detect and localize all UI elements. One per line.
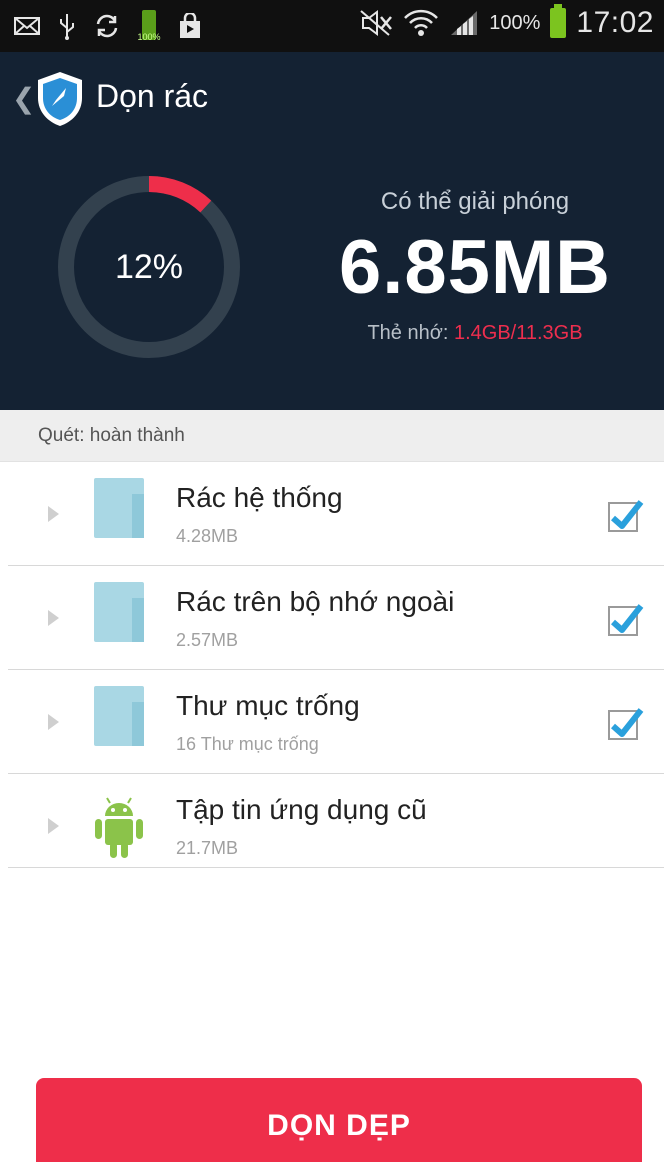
expand-arrow-icon[interactable]	[48, 506, 59, 522]
battery-icon	[550, 4, 567, 38]
scan-status-bar: Quét: hoàn thành	[0, 410, 664, 462]
folder-icon	[94, 582, 144, 642]
battery-percent: 100%	[489, 11, 541, 34]
checkmark-icon	[611, 708, 644, 737]
battery-small-icon: 100%	[137, 10, 161, 42]
list-item-old-app-files[interactable]: Tập tin ứng dụng cũ 21.7MB	[8, 774, 664, 868]
item-size: 2.57MB	[176, 630, 239, 650]
checkmark-icon	[611, 500, 644, 529]
item-checkbox[interactable]	[608, 500, 644, 532]
wifi-icon	[404, 9, 439, 36]
item-checkbox[interactable]	[608, 604, 644, 636]
clean-button[interactable]: DỌN DẸP	[36, 1078, 642, 1162]
item-title: Rác trên bộ nhớ ngoài	[176, 586, 455, 617]
usb-icon	[60, 14, 74, 40]
mail-icon	[14, 17, 40, 35]
signal-icon	[451, 11, 478, 35]
list-item-empty-folders[interactable]: Thư mục trống 16 Thư mục trống	[8, 670, 664, 774]
list-item-external-storage-junk[interactable]: Rác trên bộ nhớ ngoài 2.57MB	[8, 566, 664, 670]
folder-icon	[94, 478, 144, 538]
memory-value: 1.4GB/11.3GB	[453, 322, 583, 344]
item-title: Thư mục trống	[176, 690, 360, 721]
expand-arrow-icon[interactable]	[48, 818, 59, 834]
item-size: 21.7MB	[176, 838, 239, 858]
sync-icon	[96, 14, 118, 38]
back-chevron-icon[interactable]: ❮	[12, 82, 35, 115]
checkmark-icon	[611, 604, 644, 633]
list-item-system-junk[interactable]: Rác hệ thống 4.28MB	[8, 462, 664, 566]
scan-status-text: Quét: hoàn thành	[38, 425, 185, 446]
status-bar: 100% 100% 17:02	[0, 0, 664, 52]
junk-list: Rác hệ thống 4.28MB Rác trên bộ nhớ ngoà…	[8, 462, 664, 868]
item-title: Tập tin ứng dụng cũ	[176, 794, 427, 825]
can-free-label: Có thể giải phóng	[380, 188, 570, 215]
memory-label: Thẻ nhớ:	[367, 322, 454, 344]
item-count: 16 Thư mục trống	[176, 734, 319, 754]
item-checkbox[interactable]	[608, 708, 644, 740]
header-panel: ❮ Dọn rác 12% Có thể giải phóng 6.85MB T…	[0, 52, 664, 410]
folder-icon	[94, 686, 144, 746]
mute-icon	[360, 10, 393, 36]
item-size: 4.28MB	[176, 526, 239, 546]
expand-arrow-icon[interactable]	[48, 610, 59, 626]
shopping-bag-icon	[180, 13, 200, 38]
expand-arrow-icon[interactable]	[48, 714, 59, 730]
memory-card-info: Thẻ nhớ: 1.4GB/11.3GB	[300, 322, 650, 345]
progress-percent: 12%	[114, 247, 184, 286]
shield-compass-icon[interactable]	[34, 70, 86, 128]
can-free-size: 6.85MB	[338, 225, 612, 310]
page-title: Dọn rác	[96, 78, 209, 114]
clock: 17:02	[576, 6, 654, 39]
item-title: Rác hệ thống	[176, 482, 343, 513]
android-icon	[95, 797, 143, 858]
